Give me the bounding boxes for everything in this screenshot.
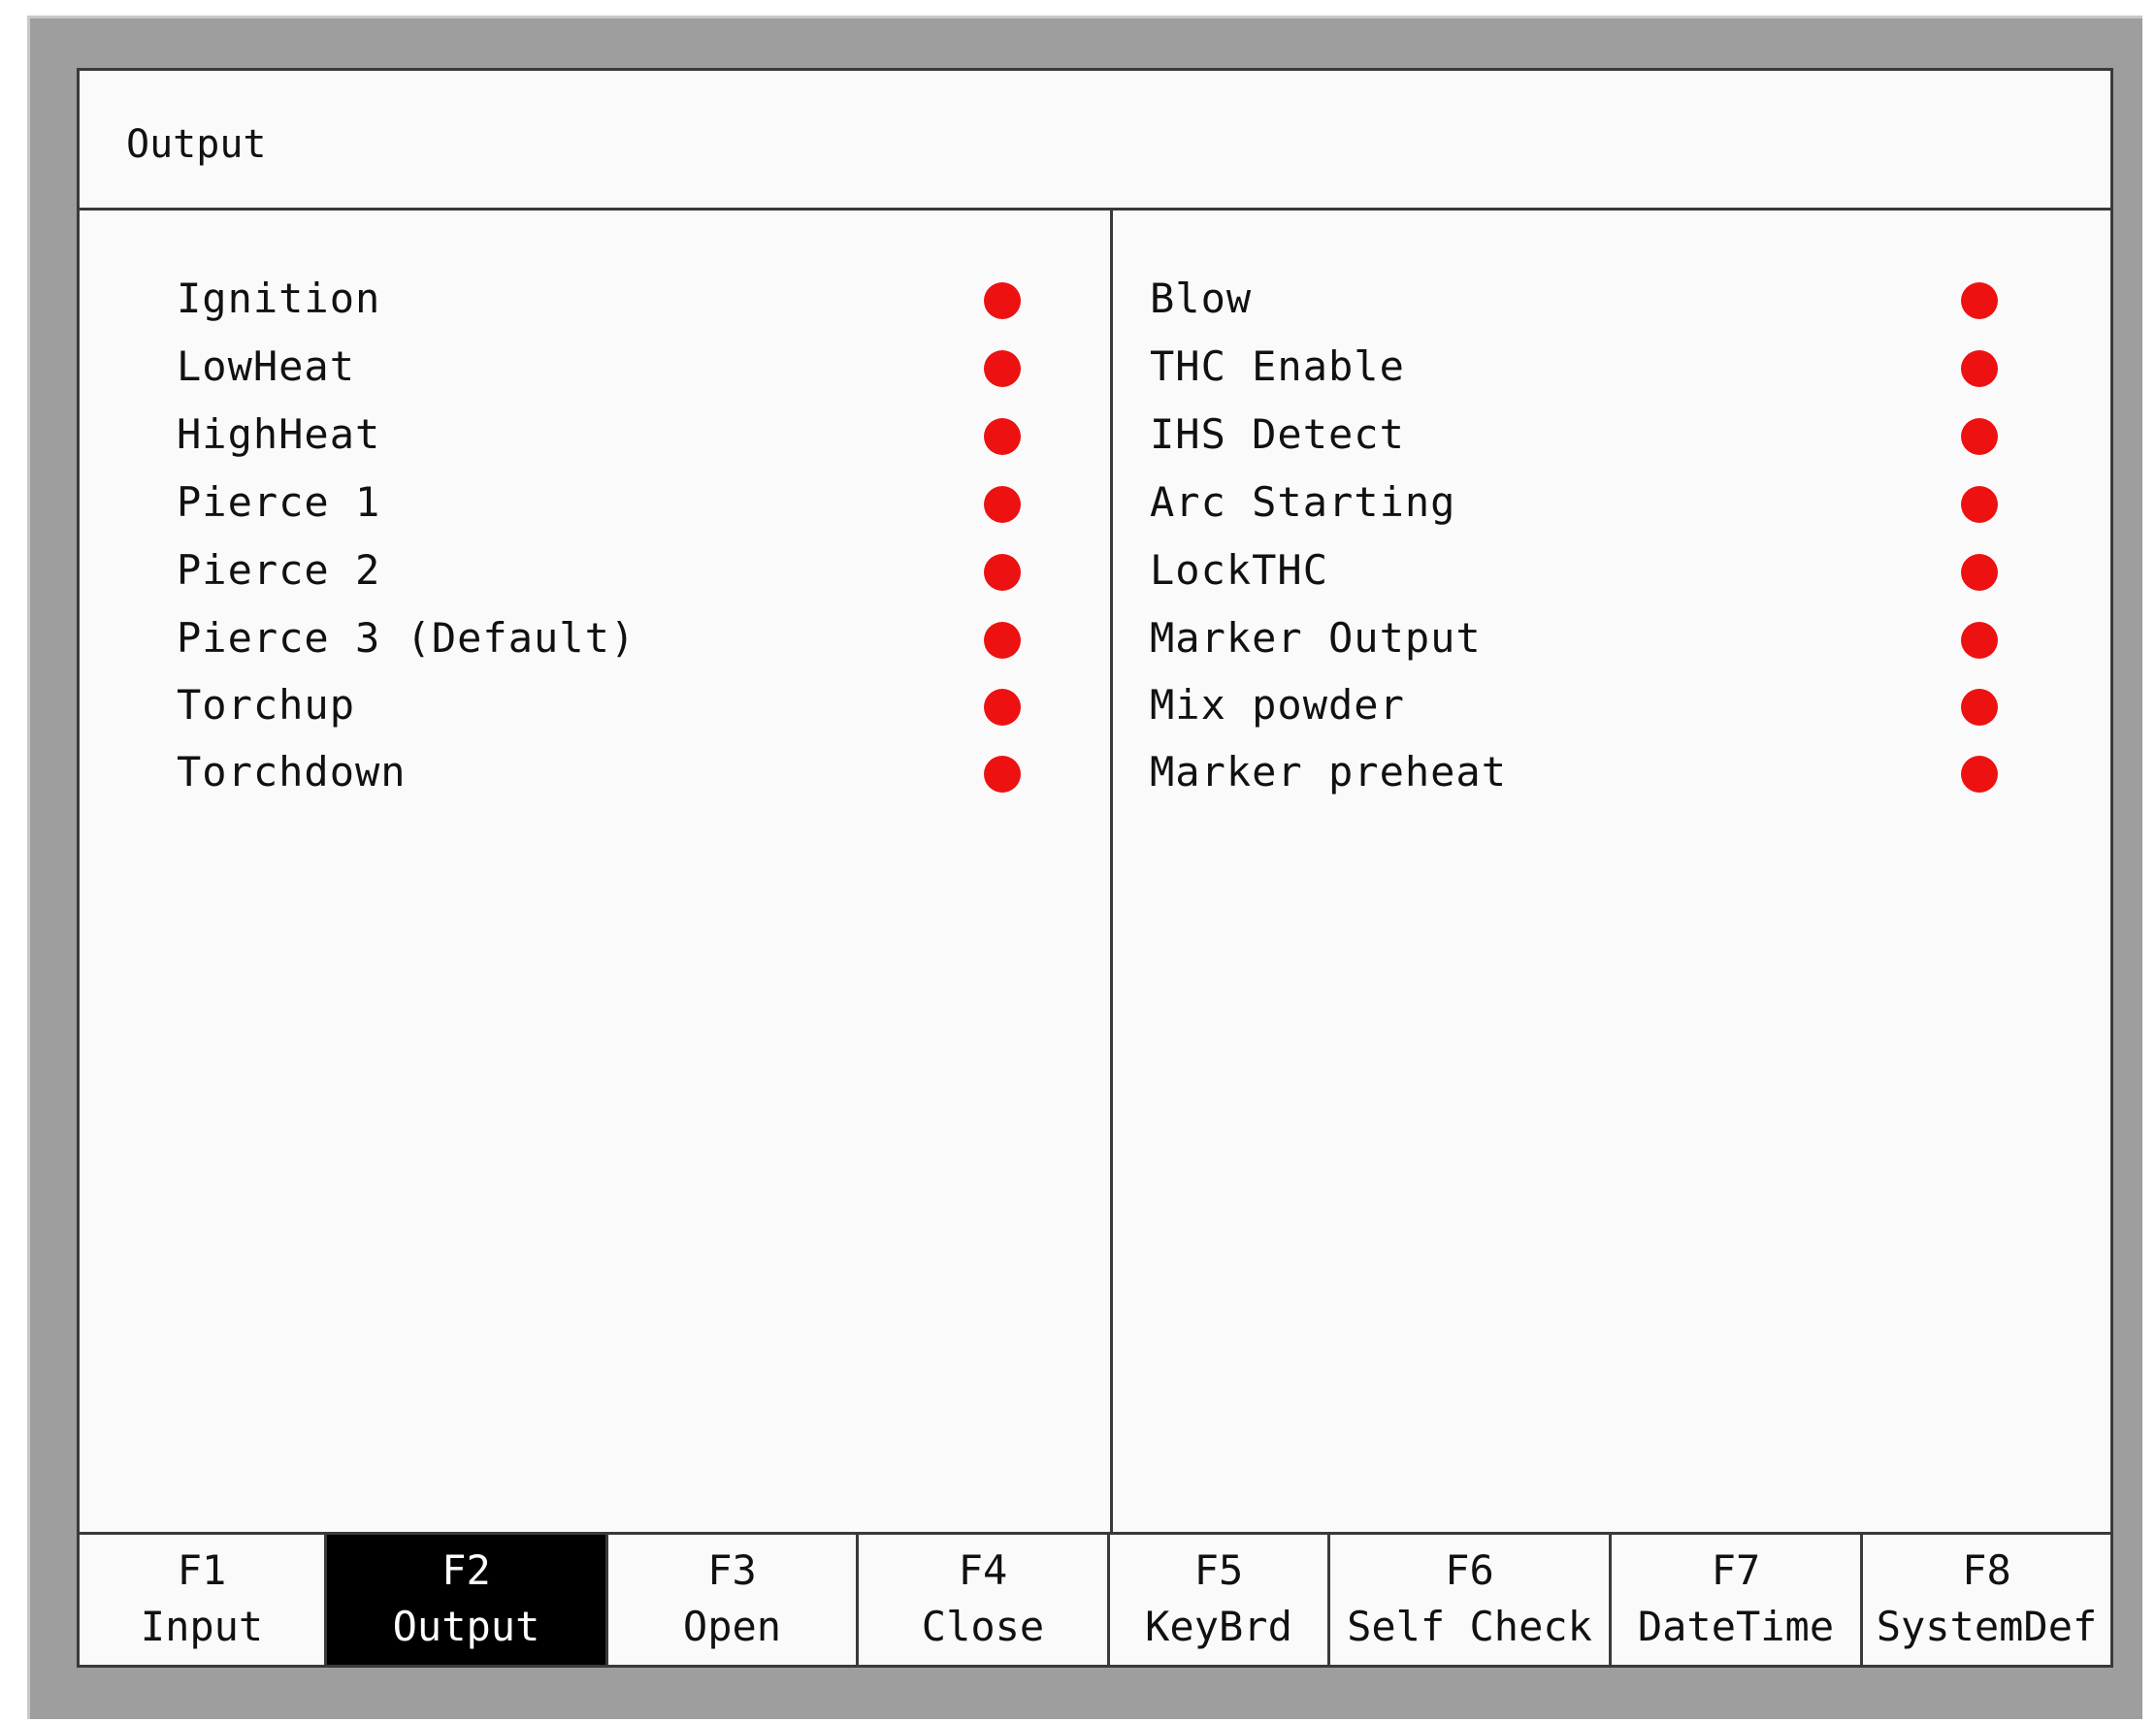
status-led-icon <box>984 622 1021 659</box>
function-key-label: KeyBrd <box>1145 1603 1292 1650</box>
function-key-number: F5 <box>1193 1546 1244 1594</box>
output-label: Pierce 1 <box>177 478 381 526</box>
output-item-marker-output: Marker Output <box>1150 604 2062 672</box>
output-label: Marker Output <box>1150 614 1482 662</box>
title-bar: Output <box>80 71 2110 211</box>
output-label: Blow <box>1150 275 1253 322</box>
f8-systemdef-button[interactable]: F8 SystemDef <box>1863 1535 2110 1665</box>
f7-datetime-button[interactable]: F7 DateTime <box>1612 1535 1863 1665</box>
f5-keybrd-button[interactable]: F5 KeyBrd <box>1110 1535 1330 1665</box>
status-led-icon <box>984 756 1021 793</box>
output-item-mix-powder: Mix powder <box>1150 671 2062 739</box>
status-led-icon <box>1961 418 1998 455</box>
function-key-label: Close <box>921 1603 1045 1650</box>
output-item-marker-preheat: Marker preheat <box>1150 738 2062 806</box>
output-label: Torchup <box>177 681 356 729</box>
function-key-label: Open <box>682 1603 782 1650</box>
output-label: Marker preheat <box>1150 748 1508 796</box>
output-panel-left: Ignition LowHeat HighHeat Pierce 1 Pierc… <box>80 211 1110 1532</box>
f3-open-button[interactable]: F3 Open <box>608 1535 859 1665</box>
status-led-icon <box>984 282 1021 319</box>
status-led-icon <box>984 418 1021 455</box>
f4-close-button[interactable]: F4 Close <box>859 1535 1110 1665</box>
output-label: LowHeat <box>177 342 356 390</box>
output-item-highheat: HighHeat <box>177 401 1069 469</box>
output-item-torchdown: Torchdown <box>177 738 1069 806</box>
status-led-icon <box>984 554 1021 591</box>
status-led-icon <box>984 689 1021 726</box>
status-led-icon <box>1961 756 1998 793</box>
output-label: Pierce 2 <box>177 546 381 594</box>
function-key-bar: F1 Input F2 Output F3 Open F4 Close F5 K… <box>80 1532 2110 1665</box>
function-key-label: Self Check <box>1347 1603 1592 1650</box>
output-item-ignition: Ignition <box>177 265 1069 333</box>
output-item-pierce-2: Pierce 2 <box>177 536 1069 604</box>
output-label: Arc Starting <box>1150 478 1456 526</box>
output-label: IHS Detect <box>1150 410 1405 458</box>
function-key-number: F3 <box>707 1546 757 1594</box>
output-label: LockTHC <box>1150 546 1329 594</box>
output-item-thc-enable: THC Enable <box>1150 333 2062 401</box>
output-label: THC Enable <box>1150 342 1405 390</box>
output-label: Pierce 3 (Default) <box>177 614 637 662</box>
output-panel-right: Blow THC Enable IHS Detect Arc Starting … <box>1113 211 2110 1532</box>
output-item-ihs-detect: IHS Detect <box>1150 401 2062 469</box>
status-led-icon <box>1961 689 1998 726</box>
function-key-number: F2 <box>441 1546 491 1594</box>
f2-output-button[interactable]: F2 Output <box>327 1535 608 1665</box>
output-label: Torchdown <box>177 748 407 796</box>
function-key-label: Output <box>392 1603 540 1650</box>
output-label: HighHeat <box>177 410 381 458</box>
status-led-icon <box>984 486 1021 523</box>
output-item-pierce-3: Pierce 3 (Default) <box>177 604 1069 672</box>
function-key-label: SystemDef <box>1876 1603 2098 1650</box>
status-led-icon <box>1961 554 1998 591</box>
f1-input-button[interactable]: F1 Input <box>80 1535 327 1665</box>
function-key-number: F7 <box>1711 1546 1761 1594</box>
function-key-label: DateTime <box>1637 1603 1835 1650</box>
f6-self-check-button[interactable]: F6 Self Check <box>1330 1535 1612 1665</box>
output-label: Mix powder <box>1150 681 1405 729</box>
status-led-icon <box>1961 486 1998 523</box>
status-led-icon <box>1961 622 1998 659</box>
status-led-icon <box>1961 350 1998 387</box>
function-key-number: F8 <box>1962 1546 2011 1594</box>
output-label: Ignition <box>177 275 381 322</box>
page-title: Output <box>126 122 267 167</box>
status-led-icon <box>1961 282 1998 319</box>
output-item-lowheat: LowHeat <box>177 333 1069 401</box>
output-item-torchup: Torchup <box>177 671 1069 739</box>
status-led-icon <box>984 350 1021 387</box>
output-item-pierce-1: Pierce 1 <box>177 469 1069 536</box>
function-key-label: Input <box>140 1603 264 1650</box>
output-item-arc-starting: Arc Starting <box>1150 469 2062 536</box>
function-key-number: F6 <box>1445 1546 1494 1594</box>
output-item-lockthc: LockTHC <box>1150 536 2062 604</box>
function-key-number: F1 <box>177 1546 227 1594</box>
cnc-screen: Output Ignition LowHeat HighHeat Pierce … <box>77 68 2113 1668</box>
output-item-blow: Blow <box>1150 265 2062 333</box>
function-key-number: F4 <box>958 1546 1008 1594</box>
